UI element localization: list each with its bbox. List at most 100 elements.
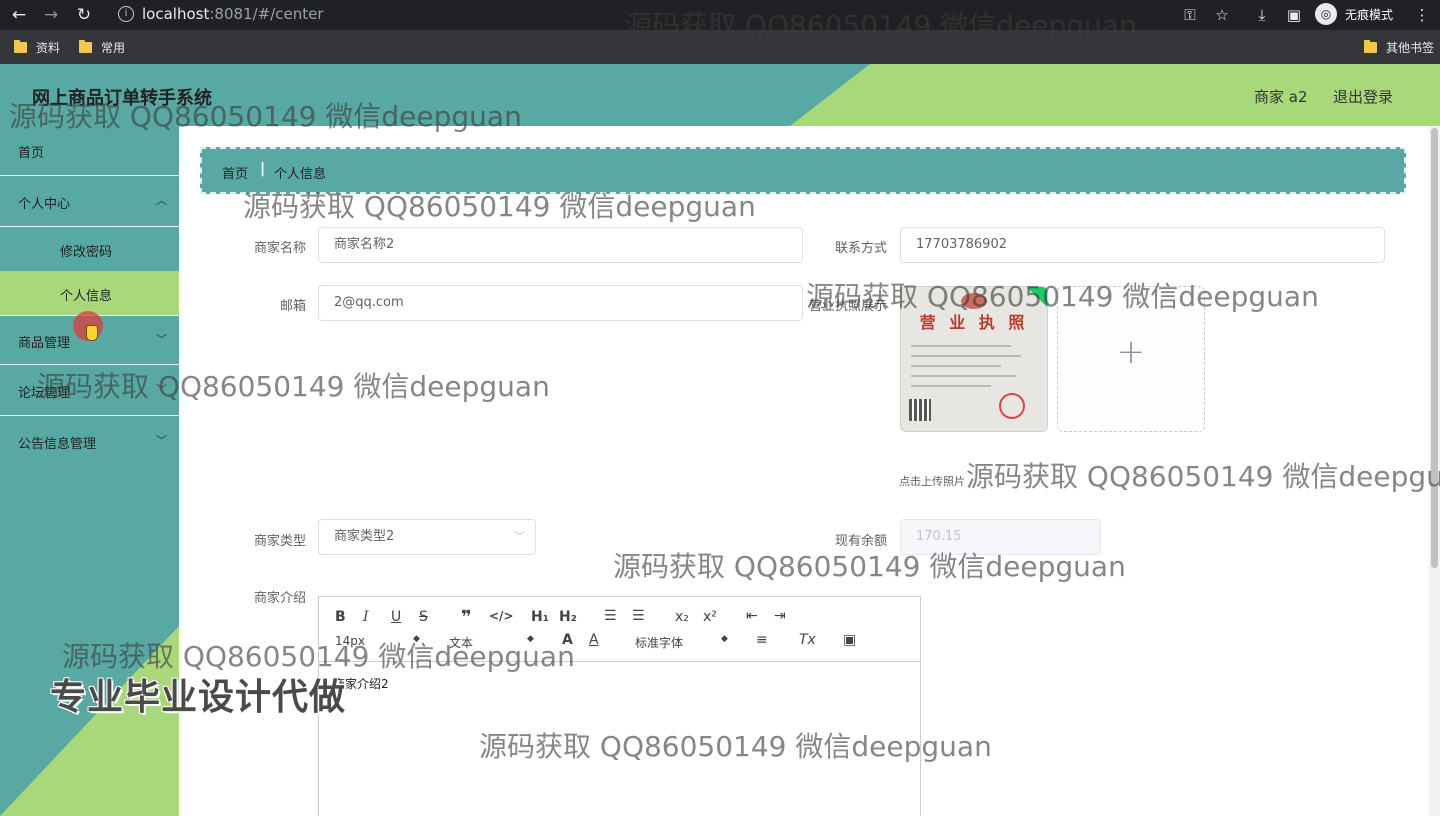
background-color-icon[interactable]: A	[589, 632, 599, 648]
breadcrumb-current: 个人信息	[274, 167, 327, 182]
license-text-line	[911, 345, 1011, 347]
logout-link[interactable]: 退出登录	[1333, 86, 1393, 107]
type-label: 商家类型	[253, 534, 306, 549]
bookmark-label: 其他书签	[1386, 41, 1435, 55]
ordered-list-icon[interactable]: ☰	[604, 608, 617, 624]
sidebar-item-label: 个人中心	[18, 197, 71, 212]
sort-icon: ◆	[413, 634, 420, 644]
page-scrollbar[interactable]	[1429, 126, 1440, 816]
sidebar-item-label: 公告信息管理	[18, 437, 97, 452]
outdent-icon[interactable]: ⇤	[746, 608, 758, 624]
image-icon[interactable]: ▣	[843, 632, 856, 648]
sidebar-item-label: 论坛管理	[18, 386, 71, 401]
star-icon[interactable]: ☆	[1212, 4, 1232, 26]
font-family-select[interactable]: 标准字体 ◆	[635, 634, 735, 651]
app-header: 网上商品订单转手系统 商家 a2 退出登录	[0, 64, 1440, 126]
bookmarks-bar: 资料 常用 其他书签	[0, 30, 1440, 64]
code-icon[interactable]: </>	[489, 609, 514, 623]
font-size-value: 14px	[335, 634, 365, 648]
name-label: 商家名称	[253, 241, 306, 256]
license-image[interactable]: 营 业 执 照	[900, 286, 1048, 432]
scrollbar-thumb[interactable]	[1431, 128, 1438, 568]
sidebar-item-home[interactable]: 首页	[0, 126, 179, 176]
license-label: 营业执照展示	[808, 299, 887, 314]
folder-icon	[1364, 40, 1377, 53]
address-bar[interactable]: i localhost:8081/#/center	[106, 0, 324, 28]
forward-icon[interactable]: →	[40, 4, 62, 26]
contact-input[interactable]: 17703786902	[900, 227, 1385, 263]
intro-label: 商家介绍	[253, 591, 306, 606]
incognito-label: 无痕模式	[1345, 7, 1394, 22]
menu-dots-icon[interactable]: ⋮	[1412, 4, 1432, 26]
sidebar-decoration	[0, 626, 179, 816]
sidebar-item-label: 首页	[18, 146, 45, 161]
qr-code-icon	[909, 399, 931, 421]
key-icon[interactable]: ⚿	[1180, 4, 1200, 26]
sort-icon: ◆	[527, 634, 534, 644]
bookmark-folder[interactable]: 常用	[79, 39, 125, 56]
back-icon[interactable]: ←	[8, 4, 30, 26]
download-icon[interactable]: ⤓	[1252, 4, 1272, 26]
license-text-line	[911, 375, 1016, 377]
chevron-up-icon: ︿	[156, 194, 167, 207]
sidebar-item-forum-mgmt[interactable]: 论坛管理 ﹀	[0, 366, 179, 416]
license-image-title: 营 业 执 照	[919, 313, 1029, 332]
font-color-icon[interactable]: A	[562, 632, 573, 648]
upload-tip: 点击上传照片	[899, 475, 965, 488]
folder-icon	[79, 40, 92, 53]
plus-icon: +	[1116, 332, 1146, 372]
chevron-down-icon: ﹀	[156, 383, 167, 396]
sidebar-item-notice-mgmt[interactable]: 公告信息管理 ﹀	[0, 417, 179, 467]
sidepanel-icon[interactable]: ▣	[1284, 4, 1304, 26]
bookmark-folder[interactable]: 资料	[14, 39, 60, 56]
underline-icon[interactable]: U	[391, 609, 401, 625]
subscript-icon[interactable]: x₂	[675, 609, 689, 625]
superscript-icon[interactable]: x²	[703, 609, 717, 625]
header-select[interactable]: 文本 ◆	[449, 634, 539, 651]
sidebar-item-label: 个人信息	[60, 289, 113, 304]
indent-icon[interactable]: ⇥	[774, 608, 786, 624]
sidebar-item-personal-center[interactable]: 个人中心 ︿	[0, 177, 179, 227]
bookmark-label: 资料	[36, 41, 61, 55]
name-input[interactable]: 商家名称2	[318, 227, 803, 263]
email-input[interactable]: 2@qq.com	[318, 285, 803, 321]
sidebar-subitem-change-password[interactable]: 修改密码	[0, 227, 179, 271]
italic-icon[interactable]: I	[363, 609, 369, 625]
other-bookmarks[interactable]: 其他书签	[1364, 39, 1434, 56]
balance-input: 170.15	[900, 519, 1101, 555]
url-path: :8081/#/center	[209, 5, 324, 23]
chevron-down-icon: ﹀	[156, 333, 167, 346]
type-select[interactable]: 商家类型2 ﹀	[318, 519, 536, 555]
main-content: 首页 | 个人信息 商家名称 商家名称2 联系方式 17703786902 邮箱…	[179, 126, 1429, 816]
chevron-down-icon: ﹀	[156, 434, 167, 447]
font-family-value: 标准字体	[635, 636, 684, 650]
heading2-icon[interactable]: H₂	[559, 609, 577, 625]
license-text-line	[911, 385, 991, 387]
sort-icon: ◆	[721, 634, 728, 644]
email-label: 邮箱	[279, 299, 306, 314]
strike-icon[interactable]: S	[419, 609, 428, 625]
blockquote-icon[interactable]: ❞	[461, 607, 472, 628]
incognito-indicator[interactable]: ◎ 无痕模式	[1315, 3, 1393, 25]
user-label: 商家 a2	[1254, 88, 1308, 106]
heading1-icon[interactable]: H₁	[531, 609, 549, 625]
upload-button[interactable]: +	[1057, 286, 1205, 432]
app-title: 网上商品订单转手系统	[32, 88, 212, 109]
sidebar-subitem-personal-info[interactable]: 个人信息	[0, 271, 179, 315]
browser-tab-bar: ← → ↻ i localhost:8081/#/center ⚿ ☆ ⤓ ▣ …	[0, 0, 1440, 30]
sidebar-item-label: 修改密码	[60, 245, 113, 260]
breadcrumb-home[interactable]: 首页	[222, 163, 248, 182]
license-text-line	[911, 355, 1021, 357]
font-size-select[interactable]: 14px ◆	[335, 634, 425, 648]
folder-icon	[14, 40, 27, 53]
reload-icon[interactable]: ↻	[73, 4, 95, 26]
promo-overlay: 专业毕业设计代做	[50, 677, 347, 718]
bold-icon[interactable]: B	[335, 609, 346, 625]
rich-text-editor[interactable]: B I U S ❞ </> H₁ H₂ ☰ ☰ x₂ x² ⇤ ⇥ 14px ◆ …	[318, 596, 921, 816]
site-info-icon[interactable]: i	[118, 6, 134, 22]
align-icon[interactable]: ≡	[756, 632, 768, 648]
bullet-list-icon[interactable]: ☰	[632, 608, 645, 624]
breadcrumb-separator: |	[260, 161, 266, 177]
clear-format-icon[interactable]: Tx	[799, 632, 816, 648]
hand-cursor-icon	[86, 325, 98, 341]
